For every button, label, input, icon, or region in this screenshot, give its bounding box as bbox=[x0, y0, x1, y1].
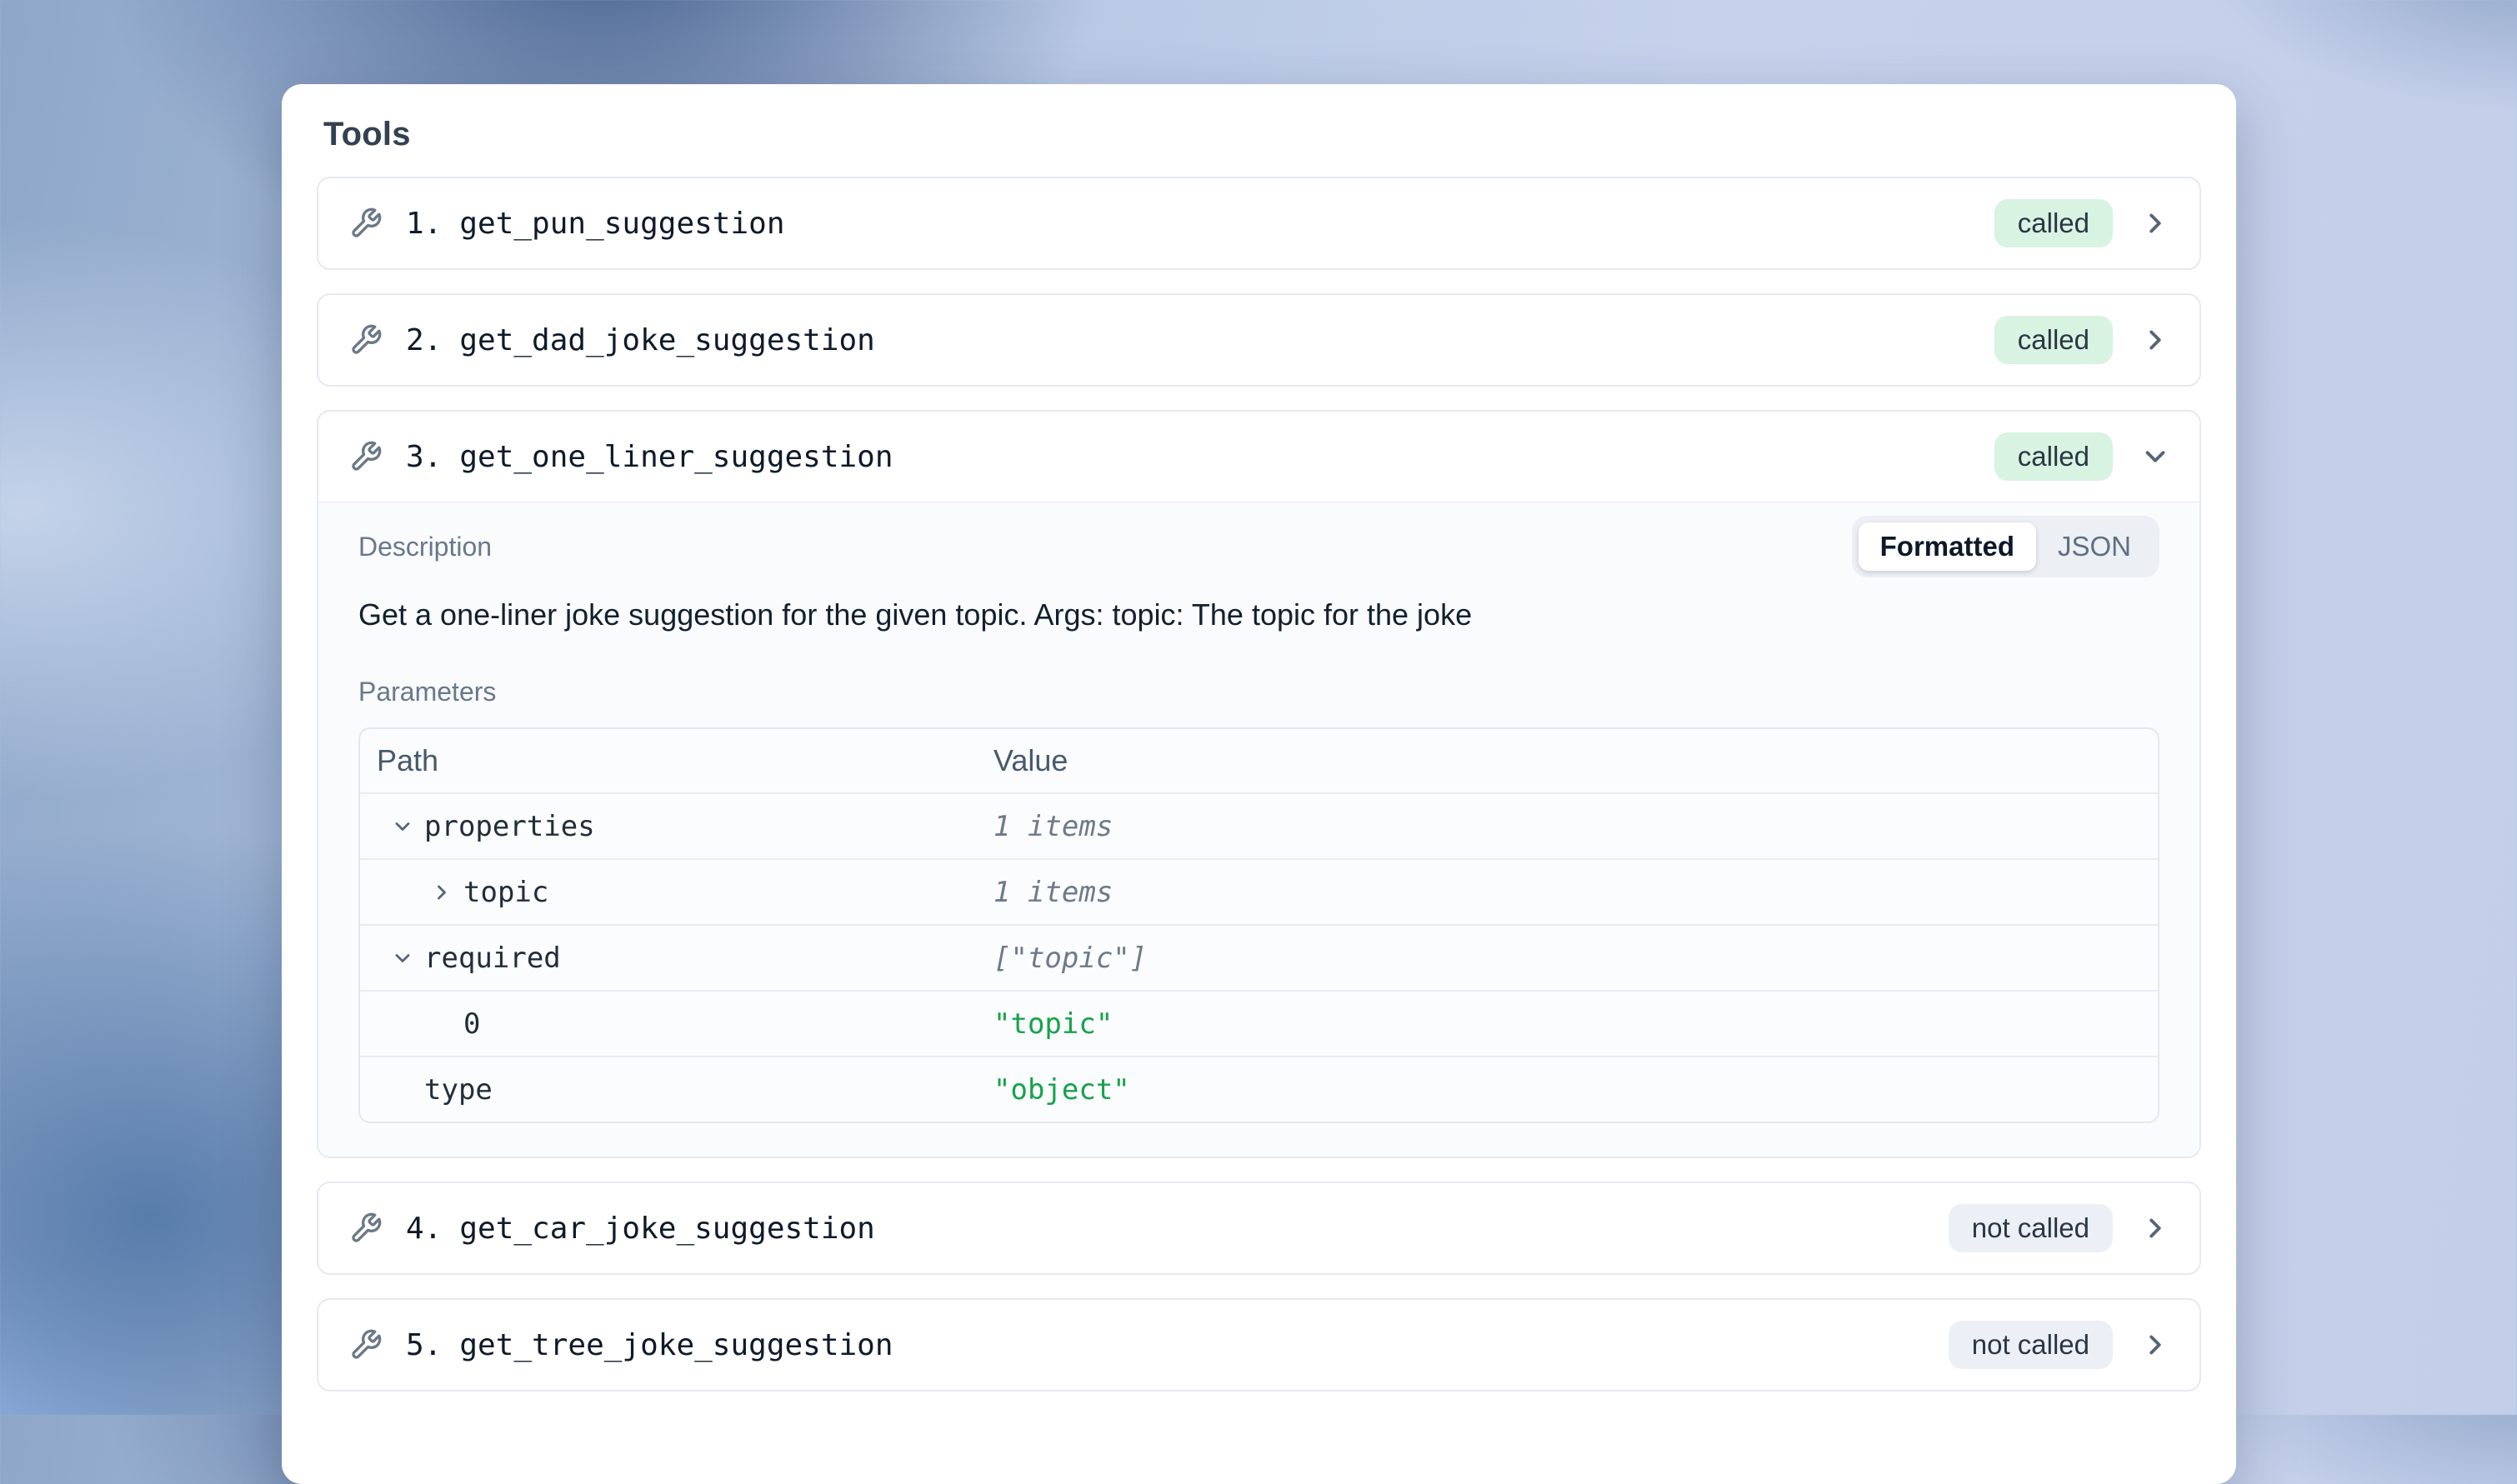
table-row: 0 "topic" bbox=[360, 990, 2158, 1056]
tool-title: get_one_liner_suggestion bbox=[459, 440, 893, 474]
param-path: type bbox=[424, 1073, 493, 1107]
wrench-icon bbox=[349, 323, 383, 357]
tool-title: get_tree_joke_suggestion bbox=[459, 1328, 893, 1362]
parameters-label: Parameters bbox=[358, 677, 2159, 707]
tool-index: 4. bbox=[406, 1212, 442, 1246]
table-row[interactable]: properties 1 items bbox=[360, 792, 2158, 858]
tool-item: 5. get_tree_joke_suggestion not called bbox=[317, 1298, 2201, 1392]
tool-item: 1. get_pun_suggestion called bbox=[317, 177, 2201, 270]
param-value: "topic" bbox=[993, 1007, 1113, 1041]
table-row: type "object" bbox=[360, 1056, 2158, 1122]
chevron-right-icon bbox=[2139, 1329, 2171, 1361]
param-value: 1 items bbox=[993, 810, 1113, 843]
tool-description: Get a one-liner joke suggestion for the … bbox=[358, 596, 2159, 633]
chevron-right-icon bbox=[430, 881, 453, 904]
view-toggle: FormattedJSON bbox=[1852, 516, 2159, 577]
tool-item: 3. get_one_liner_suggestion called Descri… bbox=[317, 410, 2201, 1158]
param-value: ["topic"] bbox=[993, 942, 1147, 975]
tool-index: 5. bbox=[406, 1328, 442, 1362]
wrench-icon bbox=[349, 1328, 383, 1362]
wrench-icon bbox=[349, 1212, 383, 1245]
tool-title: get_pun_suggestion bbox=[459, 207, 784, 241]
table-row[interactable]: required ["topic"] bbox=[360, 924, 2158, 990]
tool-name: 5. get_tree_joke_suggestion bbox=[406, 1328, 893, 1362]
tool-header-get_one_liner_suggestion[interactable]: 3. get_one_liner_suggestion called bbox=[318, 412, 2199, 502]
expand-chevron bbox=[2139, 1329, 2171, 1361]
param-value: 1 items bbox=[993, 876, 1113, 909]
expand-chevron bbox=[2139, 1212, 2171, 1244]
param-path: required bbox=[424, 942, 561, 975]
table-header-row: Path Value bbox=[360, 729, 2158, 792]
chevron-down-icon bbox=[391, 947, 414, 970]
param-path: 0 bbox=[463, 1007, 480, 1041]
chevron-down-icon bbox=[391, 815, 414, 838]
wrench-icon bbox=[349, 207, 383, 240]
status-badge: not called bbox=[1949, 1204, 2113, 1252]
param-path: topic bbox=[463, 876, 548, 909]
tool-item: 2. get_dad_joke_suggestion called bbox=[317, 293, 2201, 387]
desktop-wallpaper: { "window": { "title": "Tools" }, "color… bbox=[0, 0, 2517, 1415]
wrench-icon bbox=[349, 440, 383, 473]
tool-header-get_tree_joke_suggestion[interactable]: 5. get_tree_joke_suggestion not called bbox=[318, 1300, 2199, 1390]
tools-list: 1. get_pun_suggestion called 2. get_dad_jo… bbox=[317, 177, 2201, 1392]
expand-chevron bbox=[2139, 207, 2171, 239]
status-badge: called bbox=[1994, 199, 2113, 247]
tool-header-get_pun_suggestion[interactable]: 1. get_pun_suggestion called bbox=[318, 178, 2199, 268]
path-column-header: Path bbox=[377, 743, 438, 778]
tool-name: 4. get_car_joke_suggestion bbox=[406, 1212, 875, 1246]
param-path: properties bbox=[424, 810, 595, 843]
tool-header-get_dad_joke_suggestion[interactable]: 2. get_dad_joke_suggestion called bbox=[318, 295, 2199, 385]
tool-name: 1. get_pun_suggestion bbox=[406, 207, 785, 241]
expand-chevron bbox=[2139, 324, 2171, 356]
tool-title: get_dad_joke_suggestion bbox=[459, 323, 875, 357]
expand-chevron bbox=[2139, 441, 2171, 472]
table-row[interactable]: topic 1 items bbox=[360, 858, 2158, 924]
tool-index: 1. bbox=[406, 207, 442, 241]
status-badge: called bbox=[1994, 432, 2113, 481]
description-label: Description bbox=[358, 532, 492, 562]
chevron-down-icon bbox=[2139, 441, 2171, 472]
value-column-header: Value bbox=[993, 743, 1068, 778]
tool-index: 3. bbox=[406, 440, 442, 474]
tool-index: 2. bbox=[406, 323, 442, 357]
parameters-table: Path Value properties 1 items topic 1 it… bbox=[358, 727, 2159, 1123]
tool-name: 2. get_dad_joke_suggestion bbox=[406, 323, 875, 357]
tool-title: get_car_joke_suggestion bbox=[459, 1212, 875, 1246]
param-value: "object" bbox=[993, 1073, 1130, 1107]
chevron-right-icon bbox=[2139, 207, 2171, 239]
tools-panel: Tools 1. get_pun_suggestion called 2. get_… bbox=[282, 84, 2236, 1484]
tool-header-get_car_joke_suggestion[interactable]: 4. get_car_joke_suggestion not called bbox=[318, 1183, 2199, 1273]
panel-title: Tools bbox=[323, 116, 2201, 153]
toggle-json[interactable]: JSON bbox=[2036, 522, 2153, 571]
chevron-right-icon bbox=[2139, 1212, 2171, 1244]
toggle-formatted[interactable]: Formatted bbox=[1859, 522, 2036, 571]
tool-name: 3. get_one_liner_suggestion bbox=[406, 440, 893, 474]
status-badge: not called bbox=[1949, 1321, 2113, 1369]
tool-detail-panel: Description FormattedJSON Get a one-line… bbox=[318, 502, 2199, 1157]
chevron-right-icon bbox=[2139, 324, 2171, 356]
tool-item: 4. get_car_joke_suggestion not called bbox=[317, 1182, 2201, 1275]
status-badge: called bbox=[1994, 316, 2113, 364]
